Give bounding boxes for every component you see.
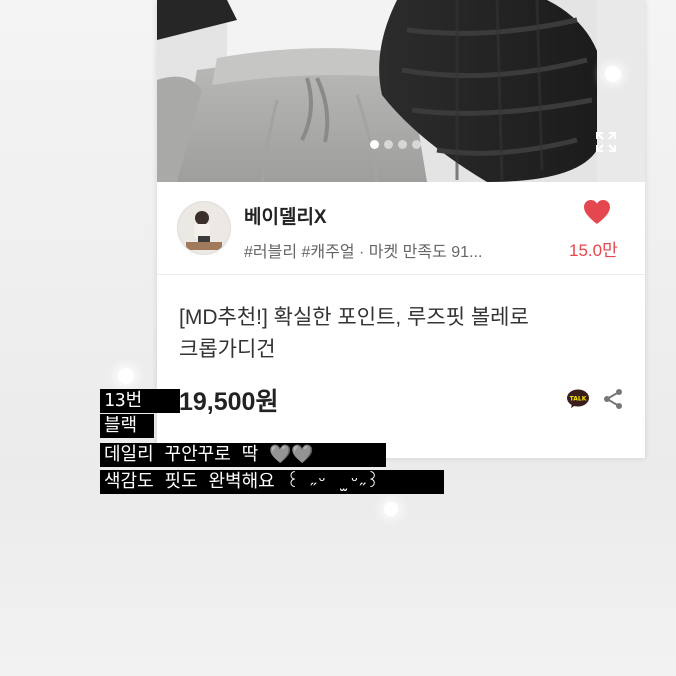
product-title[interactable]: [MD추천!] 확실한 포인트, 루즈핏 볼레로 크롭가디건: [179, 302, 609, 366]
sparkle-decoration: [605, 66, 621, 82]
svg-text:TALK: TALK: [570, 396, 587, 403]
seller-avatar[interactable]: [177, 201, 231, 255]
seller-section[interactable]: 베이델리X #러블리 #캐주얼 · 마켓 만족도 91... 15.0만: [157, 182, 645, 275]
caption-line-2: 블랙: [100, 414, 154, 438]
seller-tags: #러블리 #캐주얼 · 마켓 만족도 91...: [244, 244, 483, 261]
product-title-line2: 크롭가디건: [179, 338, 276, 361]
page-dot[interactable]: [384, 140, 393, 149]
product-price: 19,500원: [179, 388, 279, 416]
heart-icon[interactable]: [583, 199, 611, 225]
expand-icon[interactable]: [595, 131, 617, 153]
caption-line-1: 13번: [100, 389, 180, 413]
caption-line-4: 색감도 핏도 완벽해요 ꒰ ˶ᵕ ̫ ᵕ˶꒱: [100, 470, 444, 494]
image-page-indicator: [370, 140, 421, 149]
seller-name[interactable]: 베이델리X: [244, 202, 327, 229]
product-card[interactable]: 베이델리X #러블리 #캐주얼 · 마켓 만족도 91... 15.0만 [MD…: [157, 0, 645, 458]
page-dot-active[interactable]: [370, 140, 379, 149]
product-photo[interactable]: [157, 0, 645, 182]
caption-line-3: 데일리 꾸안꾸로 딱 🩶🩶: [100, 443, 386, 467]
page-dot[interactable]: [398, 140, 407, 149]
kakaotalk-icon[interactable]: TALK: [566, 389, 590, 409]
sparkle-decoration: [118, 368, 134, 384]
share-icon[interactable]: [602, 388, 624, 410]
page-dot[interactable]: [412, 140, 421, 149]
product-title-line1: [MD추천!] 확실한 포인트, 루즈핏 볼레로: [179, 306, 529, 329]
sparkle-decoration: [384, 502, 398, 516]
product-photo-art: [157, 0, 645, 182]
like-count: 15.0만: [569, 241, 618, 260]
avatar-image: [178, 202, 230, 254]
